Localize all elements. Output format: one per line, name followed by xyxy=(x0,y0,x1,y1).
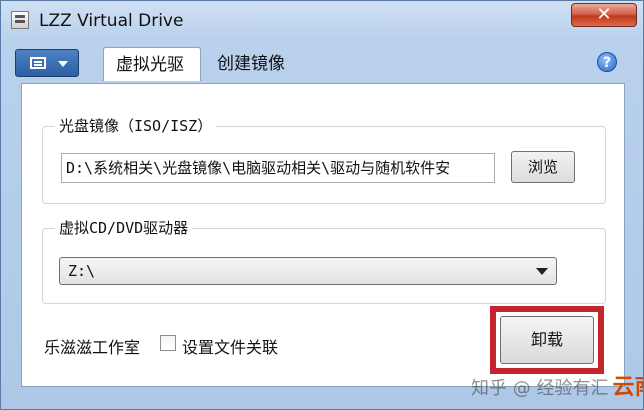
title-bar[interactable]: LZZ Virtual Drive ✕ xyxy=(1,1,643,43)
watermark-text: 知乎 @ 经验有汇 xyxy=(471,378,609,399)
tab-create-image[interactable]: 创建镜像 xyxy=(205,47,309,81)
virtual-drive-group: 虚拟CD/DVD驱动器 Z:\ xyxy=(42,217,606,304)
disc-image-legend: 光盘镜像（ISO/ISZ） xyxy=(55,115,217,136)
file-association-label[interactable]: 设置文件关联 xyxy=(182,334,278,358)
virtual-drive-legend: 虚拟CD/DVD驱动器 xyxy=(55,217,193,238)
drive-select-value: Z:\ xyxy=(68,262,96,280)
chevron-down-icon xyxy=(58,61,68,67)
app-icon xyxy=(11,11,29,29)
unload-button[interactable]: 卸载 xyxy=(500,316,594,364)
disc-image-group: 光盘镜像（ISO/ISZ） D:\系统相关\光盘镜像\电脑驱动相关\驱动与随机软… xyxy=(42,115,606,204)
toolbar: 虚拟光驱 创建镜像 ? xyxy=(9,45,635,83)
watermark-brand: 云南龙网 xyxy=(612,375,643,400)
main-menu-button[interactable] xyxy=(15,49,79,77)
help-icon[interactable]: ? xyxy=(597,52,617,72)
drive-select[interactable]: Z:\ xyxy=(59,257,557,285)
image-path-input[interactable]: D:\系统相关\光盘镜像\电脑驱动相关\驱动与随机软件安 xyxy=(61,153,495,183)
list-icon xyxy=(30,57,46,69)
window-title: LZZ Virtual Drive xyxy=(39,11,184,31)
watermark: 知乎 @ 经验有汇云南龙网 xyxy=(471,369,643,401)
close-button[interactable]: ✕ xyxy=(571,3,637,27)
studio-label: 乐滋滋工作室 xyxy=(44,338,141,357)
tab-virtual-drive[interactable]: 虚拟光驱 xyxy=(103,47,201,81)
close-icon: ✕ xyxy=(596,4,612,25)
browse-button[interactable]: 浏览 xyxy=(511,151,575,183)
main-panel: 光盘镜像（ISO/ISZ） D:\系统相关\光盘镜像\电脑驱动相关\驱动与随机软… xyxy=(21,83,625,387)
dropdown-arrow-icon[interactable] xyxy=(536,268,548,275)
file-association-checkbox[interactable] xyxy=(160,335,176,351)
app-window: LZZ Virtual Drive ✕ 虚拟光驱 创建镜像 ? 光盘镜像（ISO… xyxy=(0,0,644,410)
